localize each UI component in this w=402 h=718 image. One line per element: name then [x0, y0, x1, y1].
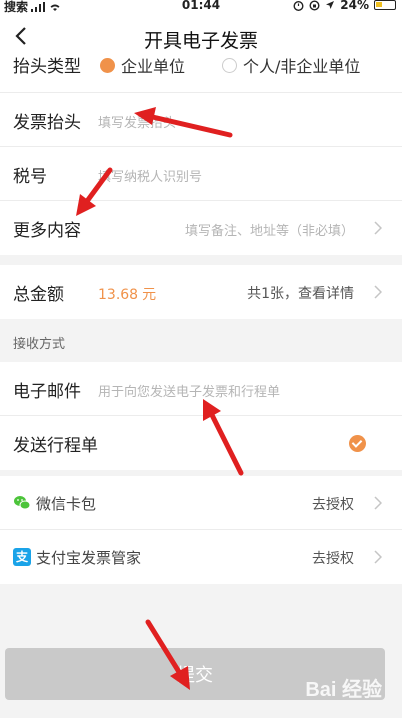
amount-label: 总金额 [13, 285, 64, 305]
alipay-icon: 支 [13, 548, 31, 566]
email-input[interactable]: 用于向您发送电子发票和行程单 [98, 381, 280, 400]
watermark: Bai 经验 [305, 679, 382, 701]
chevron-right-icon [374, 496, 382, 510]
battery-percent: 24% [340, 0, 369, 12]
invoice-title-label: 发票抬头 [13, 113, 81, 133]
wechat-wallet-label: 微信卡包 [36, 495, 97, 513]
chevron-right-icon [374, 550, 382, 564]
wechat-authorize-link[interactable]: 去授权 [312, 494, 354, 514]
amount-row[interactable]: 总金额 13.68 元 共1张，查看详情 [0, 265, 402, 319]
location-icon [326, 1, 335, 9]
amount-value: 13.68 元 [98, 284, 156, 304]
wechat-wallet-row[interactable]: 微信卡包 去授权 [0, 476, 402, 530]
chevron-right-icon [374, 285, 382, 299]
more-content-placeholder: 填写备注、地址等（非必填） [184, 224, 354, 239]
tax-number-label: 税号 [13, 167, 47, 187]
amount-detail-link[interactable]: 共1张，查看详情 [247, 283, 354, 303]
send-itinerary-row[interactable]: 发送行程单 [0, 416, 402, 470]
type-option-personal[interactable]: 个人/非企业单位 [222, 56, 360, 77]
type-option-company[interactable]: 企业单位 [100, 56, 185, 77]
type-option-personal-label: 个人/非企业单位 [243, 57, 361, 76]
type-option-company-label: 企业单位 [121, 57, 186, 76]
more-content-row[interactable]: 更多内容 填写备注、地址等（非必填） [0, 201, 402, 255]
amount-unit: 元 [142, 287, 157, 303]
send-itinerary-label: 发送行程单 [13, 436, 98, 456]
nav-bar: 开具电子发票 [0, 14, 402, 60]
alarm-icon [293, 0, 304, 11]
radio-selected-icon [100, 57, 115, 73]
receive-section: 电子邮件 用于向您发送电子发票和行程单 发送行程单 [0, 362, 402, 470]
amount-section: 总金额 13.68 元 共1张，查看详情 [0, 265, 402, 319]
alipay-authorize-link[interactable]: 去授权 [312, 548, 354, 568]
title-type-row: 抬头类型 企业单位 个人/非企业单位 [0, 56, 402, 93]
wechat-icon [14, 496, 31, 510]
rotation-lock-icon [309, 0, 320, 10]
status-right: 24% [293, 0, 396, 12]
receive-method-caption: 接收方式 [13, 337, 66, 352]
status-bar: 搜索 01:44 24% [0, 0, 402, 14]
alipay-wallet-label: 支付宝发票管家 [36, 549, 142, 567]
tax-number-input[interactable]: 填写纳税人识别号 [98, 166, 202, 185]
email-label: 电子邮件 [13, 382, 81, 402]
wallet-section: 微信卡包 去授权 支 支付宝发票管家 去授权 [0, 476, 402, 584]
email-row[interactable]: 电子邮件 用于向您发送电子发票和行程单 [0, 362, 402, 416]
tax-number-row[interactable]: 税号 填写纳税人识别号 [0, 147, 402, 201]
invoice-title-row[interactable]: 发票抬头 填写发票抬头 [0, 93, 402, 147]
battery-icon [374, 0, 396, 10]
radio-unselected-icon [222, 57, 237, 73]
page-title: 开具电子发票 [143, 30, 258, 52]
invoice-section: 抬头类型 企业单位 个人/非企业单位 发票抬头 填写发票抬头 税号 填写纳税人识… [0, 56, 402, 255]
alipay-wallet-row[interactable]: 支 支付宝发票管家 去授权 [0, 530, 402, 584]
chevron-right-icon [374, 221, 382, 235]
more-content-label: 更多内容 [13, 221, 81, 241]
title-type-label: 抬头类型 [13, 57, 81, 77]
invoice-title-input[interactable]: 填写发票抬头 [98, 112, 176, 131]
checkbox-checked-icon[interactable] [349, 435, 366, 452]
amount-number: 13.68 [98, 287, 139, 303]
